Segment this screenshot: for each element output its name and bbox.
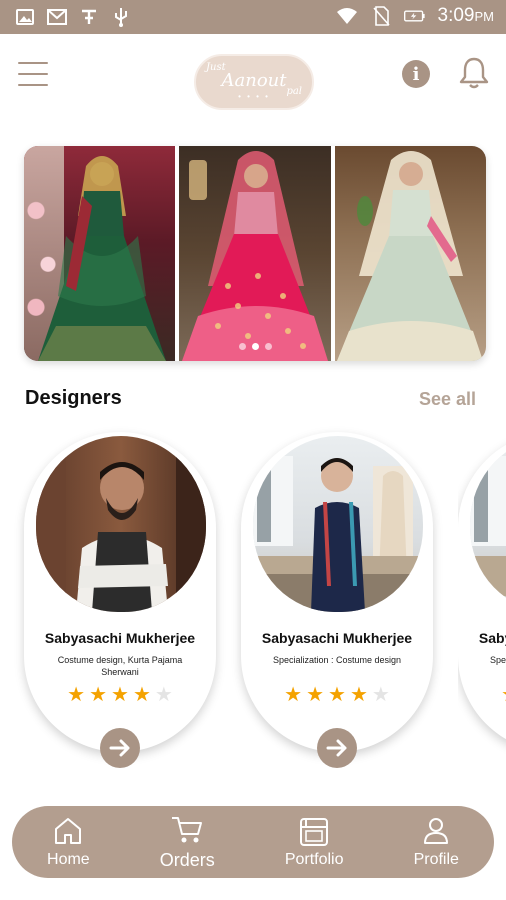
nav-orders[interactable]: Orders: [160, 814, 215, 871]
designer-specialization: Specialization : Costume design: [489, 655, 506, 665]
nav-home[interactable]: Home: [47, 815, 90, 869]
designer-specialization: Costume design, Kurta Pajama Sherwani: [57, 655, 183, 677]
info-icon[interactable]: i: [402, 60, 430, 88]
designer-card-clip: Sabyasachi Mukherjee Specialization : Co…: [458, 432, 506, 762]
carousel-dot-active[interactable]: [251, 343, 259, 350]
banner-slide-green[interactable]: [24, 146, 176, 361]
star-empty-icon: ★: [154, 684, 173, 706]
banner-slide-pink[interactable]: [179, 146, 331, 361]
arrow-right-icon: [326, 739, 347, 757]
designer-photo: [253, 436, 423, 612]
designer-card[interactable]: Sabyasachi Mukherjee Specialization : Co…: [241, 432, 433, 768]
designer-name: Sabyasachi Mukherjee: [261, 630, 413, 646]
star-empty-icon: ★: [371, 684, 390, 706]
designer-rating: ★ ★ ★ ★ ★: [241, 682, 433, 707]
view-designer-arrow-button[interactable]: [100, 728, 140, 768]
star-filled-icon: ★: [132, 684, 151, 706]
status-bar: 3:09PM: [0, 0, 506, 34]
wifi-icon: [336, 5, 358, 27]
star-filled-icon: ★: [328, 684, 346, 706]
designer-card[interactable]: Sabyasachi Mukherjee Costume design, Kur…: [24, 432, 216, 768]
cart-icon: [172, 816, 203, 842]
bell-icon[interactable]: [458, 56, 490, 90]
gallery-icon: [14, 6, 36, 28]
arrow-right-icon: [109, 739, 130, 757]
nav-profile-label: Profile: [413, 851, 459, 868]
status-right-icons: 3:09PM: [336, 5, 494, 27]
nav-orders-label: Orders: [159, 849, 215, 870]
nav-home-label: Home: [47, 851, 90, 868]
bottom-navigation: Home Orders Portfolio Profile: [12, 806, 494, 878]
app-header: Just Aanout • • • • pal i: [0, 34, 506, 124]
designer-specialization: Specialization : Costume design: [272, 655, 402, 665]
portfolio-icon: [300, 818, 329, 846]
designers-section-title: Designers: [25, 387, 122, 409]
carousel-dot[interactable]: [264, 343, 272, 350]
home-icon: [55, 818, 82, 844]
app-logo[interactable]: Just Aanout • • • • pal: [194, 54, 314, 110]
usb-icon: [110, 6, 132, 28]
star-filled-icon: ★: [349, 684, 368, 706]
banner-slide-ivory[interactable]: [334, 146, 486, 361]
designer-name: Sabyasachi Mukherjee: [44, 630, 196, 646]
see-all-link[interactable]: See all: [419, 389, 476, 410]
star-filled-icon: ★: [67, 684, 86, 706]
profile-icon: [424, 818, 449, 844]
designer-photo: [470, 436, 506, 612]
hamburger-menu-icon[interactable]: [18, 60, 48, 88]
carousel-dot[interactable]: [238, 343, 246, 350]
nav-portfolio-label: Portfolio: [284, 851, 344, 868]
star-filled-icon: ★: [89, 684, 108, 706]
star-filled-icon: ★: [111, 684, 129, 706]
nav-portfolio[interactable]: Portfolio: [285, 815, 344, 869]
designer-rating: ★ ★ ★ ★ ★: [24, 682, 216, 707]
star-filled-icon: ★: [306, 684, 325, 706]
banner-carousel[interactable]: [24, 146, 486, 361]
carousel-dots: [24, 343, 486, 350]
notification-icon: [78, 6, 100, 28]
battery-charging-icon: [403, 5, 426, 27]
designer-rating: ★ ★ ★ ★ ★: [458, 682, 506, 707]
logo-script-right: pal: [286, 86, 302, 97]
designer-photo: [36, 436, 206, 612]
status-time: 3:09PM: [437, 5, 494, 26]
designer-name: Sabyasachi Mukherjee: [478, 630, 506, 646]
star-filled-icon: ★: [501, 682, 506, 707]
no-sim-icon: [370, 5, 392, 27]
gmail-icon: [46, 6, 68, 28]
star-filled-icon: ★: [284, 684, 303, 706]
designer-card[interactable]: Sabyasachi Mukherjee Specialization : Co…: [458, 432, 506, 752]
view-designer-arrow-button[interactable]: [317, 728, 357, 768]
nav-profile[interactable]: Profile: [414, 815, 459, 869]
status-left-icons: [14, 6, 132, 28]
